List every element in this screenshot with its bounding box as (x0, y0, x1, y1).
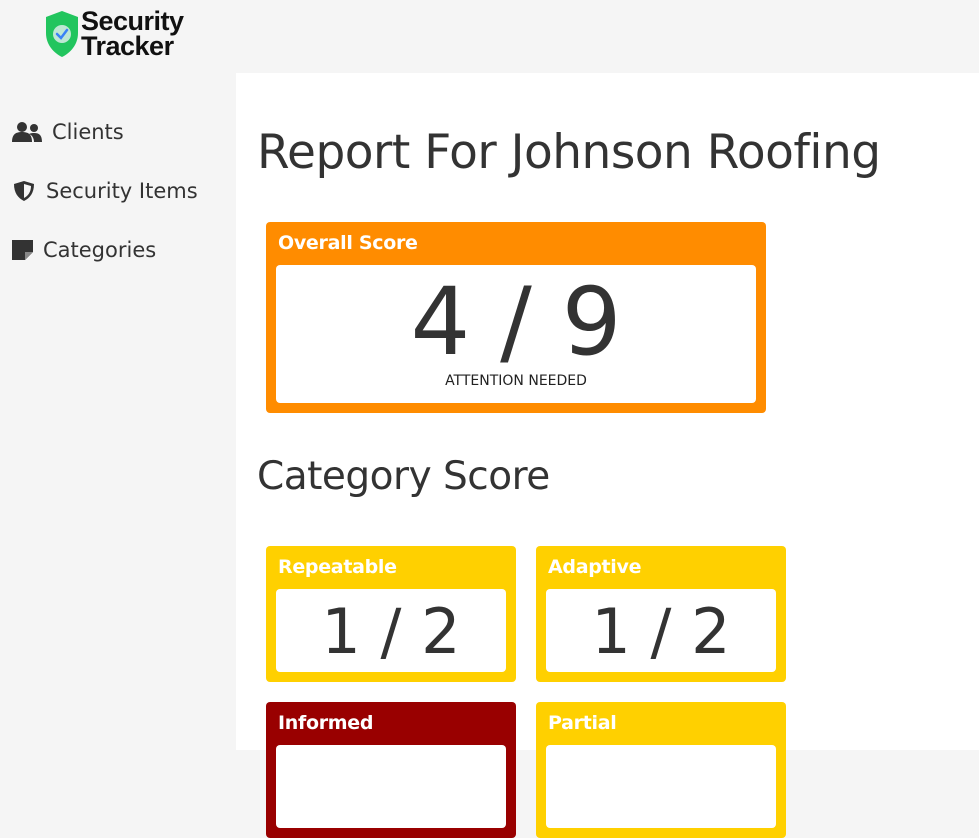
sidebar-item-label: Security Items (46, 179, 198, 203)
shield-logo-icon (46, 11, 78, 57)
logo-text: Security Tracker (81, 8, 184, 61)
category-card-partial: Partial (536, 702, 786, 838)
sidebar-item-security-items[interactable]: Security Items (12, 179, 198, 203)
overall-score-card: Overall Score 4 / 9 ATTENTION NEEDED (266, 222, 766, 413)
sidebar-item-label: Clients (52, 120, 124, 144)
sidebar-item-categories[interactable]: Categories (12, 238, 156, 262)
category-body (546, 745, 776, 828)
category-label: Repeatable (278, 556, 397, 578)
category-body: 1 / 2 (276, 589, 506, 672)
sticky-note-icon (12, 240, 33, 260)
category-card-informed: Informed (266, 702, 516, 838)
top-bar: Security Tracker (0, 0, 979, 73)
overall-score-label: Overall Score (278, 232, 418, 254)
category-score-heading: Category Score (257, 454, 550, 499)
sidebar: Clients Security Items Categories (0, 73, 236, 750)
sidebar-item-label: Categories (43, 238, 157, 262)
app-logo[interactable]: Security Tracker (44, 8, 194, 63)
users-icon (12, 122, 42, 142)
overall-status-text: ATTENTION NEEDED (445, 373, 587, 389)
category-label: Partial (548, 712, 617, 734)
category-body (276, 745, 506, 828)
category-body: 1 / 2 (546, 589, 776, 672)
sidebar-item-clients[interactable]: Clients (12, 120, 124, 144)
shield-icon (12, 180, 36, 202)
category-score-value: 1 / 2 (591, 595, 731, 668)
overall-score-value: 4 / 9 (410, 268, 622, 377)
category-label: Informed (278, 712, 374, 734)
category-card-repeatable: Repeatable 1 / 2 (266, 546, 516, 682)
category-score-value: 1 / 2 (321, 595, 461, 668)
page-title: Report For Johnson Roofing (257, 125, 881, 180)
category-card-adaptive: Adaptive 1 / 2 (536, 546, 786, 682)
main-content: Report For Johnson Roofing Overall Score… (236, 73, 979, 838)
logo-line-2: Tracker (81, 31, 174, 61)
overall-score-body: 4 / 9 ATTENTION NEEDED (276, 265, 756, 403)
category-label: Adaptive (548, 556, 642, 578)
